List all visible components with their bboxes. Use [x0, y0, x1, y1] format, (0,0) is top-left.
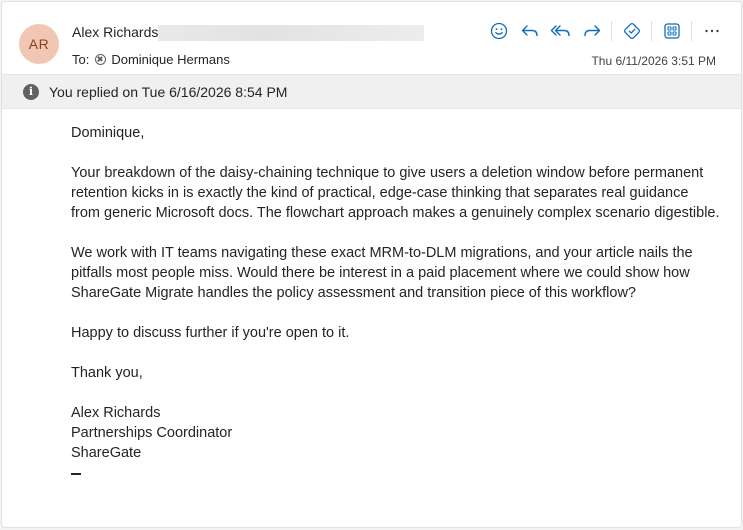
body-paragraph-1: Your breakdown of the daisy-chaining tec… — [71, 165, 720, 221]
message-header: AR Alex Richards To: Dominique Hermans T… — [2, 2, 741, 74]
recipient-status-icon — [95, 54, 107, 65]
toolbar-divider — [651, 21, 652, 41]
message-body: Dominique, Your breakdown of the daisy-c… — [71, 123, 721, 475]
apps-icon[interactable] — [656, 18, 687, 44]
body-paragraph-3: Happy to discuss further if you're open … — [71, 325, 350, 341]
recipient-name[interactable]: Dominique Hermans — [111, 52, 230, 67]
greeting: Dominique, — [71, 125, 145, 141]
toolbar-divider — [611, 21, 612, 41]
avatar[interactable]: AR — [19, 24, 59, 64]
reply-all-icon[interactable] — [545, 18, 576, 44]
message-card: AR Alex Richards To: Dominique Hermans T… — [1, 1, 742, 528]
sender-name[interactable]: Alex Richards — [72, 24, 158, 40]
message-toolbar — [483, 18, 727, 44]
more-icon[interactable] — [696, 18, 727, 44]
tag-icon[interactable] — [616, 18, 647, 44]
reply-icon[interactable] — [514, 18, 545, 44]
signature-name: Alex Richards — [71, 405, 161, 421]
signature: Alex Richards Partnerships Coordinator S… — [71, 403, 721, 475]
message-date: Thu 6/11/2026 3:51 PM — [591, 54, 716, 68]
signature-title: Partnerships Coordinator — [71, 425, 233, 441]
signature-company: ShareGate — [71, 445, 142, 461]
forward-icon[interactable] — [576, 18, 607, 44]
text-cursor — [71, 473, 81, 475]
redacted-sender-email — [158, 25, 424, 41]
to-label: To: — [72, 52, 90, 67]
toolbar-divider — [691, 21, 692, 41]
emoji-icon[interactable] — [483, 18, 514, 44]
closing: Thank you, — [71, 365, 143, 381]
body-paragraph-2: We work with IT teams navigating these e… — [71, 245, 693, 301]
info-icon: i — [23, 83, 39, 100]
recipient-line: To: Dominique Hermans — [72, 52, 230, 67]
reply-info-bar: i You replied on Tue 6/16/2026 8:54 PM — [2, 74, 741, 109]
reply-info-text: You replied on Tue 6/16/2026 8:54 PM — [49, 83, 288, 100]
